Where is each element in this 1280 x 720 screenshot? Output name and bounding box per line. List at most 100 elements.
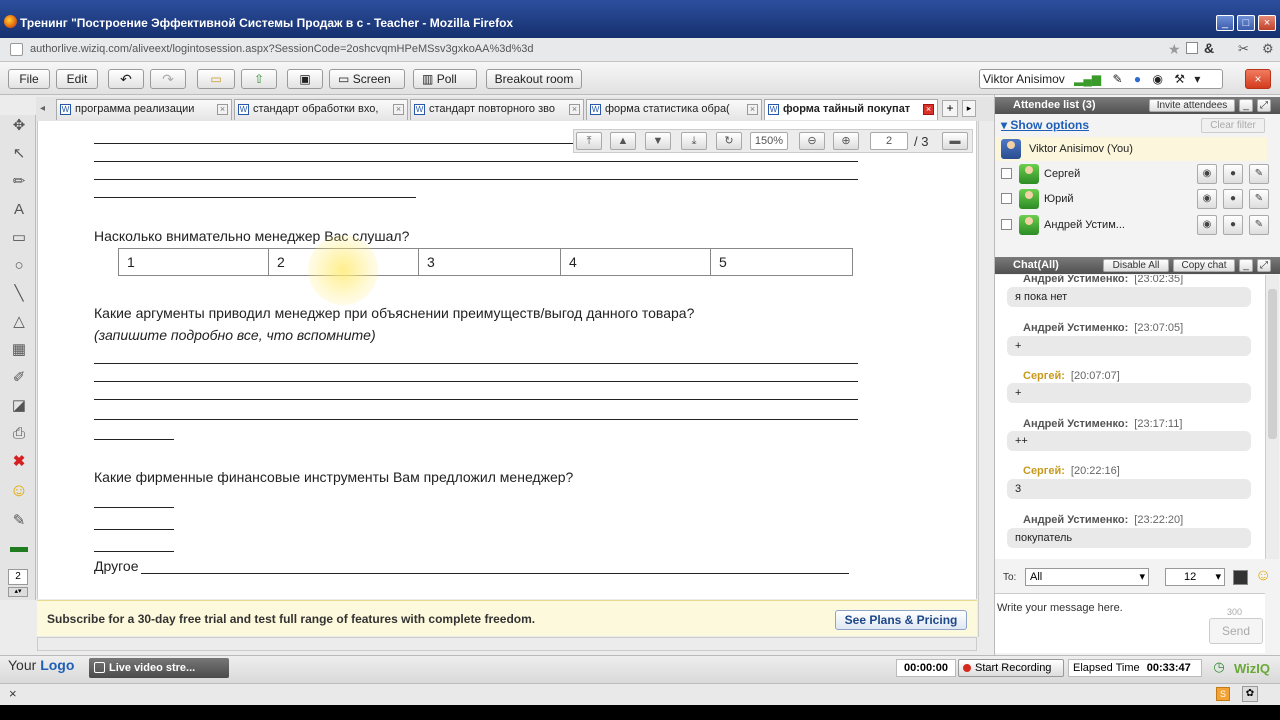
- page-number-input[interactable]: 2: [870, 132, 908, 150]
- attendee-checkbox[interactable]: [1001, 193, 1012, 204]
- tools-icon[interactable]: ✂: [1238, 41, 1249, 57]
- attendee-checkbox[interactable]: [1001, 219, 1012, 230]
- pen-icon[interactable]: ✎: [1112, 72, 1122, 86]
- undo-icon[interactable]: ↶: [108, 69, 144, 89]
- chevron-down-icon[interactable]: ▾: [1194, 72, 1200, 86]
- webcam-icon[interactable]: ◉: [1197, 189, 1217, 209]
- show-options-link[interactable]: ▾ Show options: [1001, 118, 1089, 132]
- add-tab-icon[interactable]: +: [942, 100, 958, 117]
- color-swatch[interactable]: [10, 547, 28, 552]
- disable-all-button[interactable]: Disable All: [1103, 259, 1169, 272]
- minimize-icon[interactable]: _: [1216, 15, 1234, 31]
- clear-filter-button[interactable]: Clear filter: [1201, 118, 1265, 133]
- edit-button[interactable]: Edit: [56, 69, 98, 89]
- tabs-scroll-right-icon[interactable]: ▸: [962, 100, 976, 117]
- zoom-out-icon[interactable]: ⊖: [799, 132, 825, 150]
- pen-icon[interactable]: ✎: [1249, 189, 1269, 209]
- close-window-icon[interactable]: ×: [1258, 15, 1276, 31]
- tab-document-2[interactable]: Wстандарт обработки вхо, ×: [234, 99, 408, 120]
- stamp-icon[interactable]: ⎙: [8, 423, 30, 445]
- screen-share-button[interactable]: ▭ Screen: [329, 69, 405, 89]
- ampersand-icon[interactable]: &: [1204, 40, 1214, 56]
- chat-recipient-select[interactable]: All ▾: [1025, 568, 1149, 586]
- breakout-room-button[interactable]: Breakout room: [486, 69, 582, 89]
- tab-document-3[interactable]: Wстандарт повторного зво ×: [410, 99, 584, 120]
- select-move-icon[interactable]: ✥: [8, 115, 30, 137]
- tab-close-icon[interactable]: ×: [569, 104, 580, 115]
- last-page-icon[interactable]: ⤓: [681, 132, 707, 150]
- mic-icon[interactable]: ●: [1134, 72, 1141, 86]
- timer-icon[interactable]: ◷: [1210, 659, 1228, 677]
- rectangle-icon[interactable]: ▭: [8, 227, 30, 249]
- chat-message-input[interactable]: Write your message here. 300 Send: [995, 593, 1265, 653]
- text-color-swatch[interactable]: [1233, 570, 1248, 585]
- tab-document-1[interactable]: Wпрограмма реализации ×: [56, 99, 232, 120]
- webcam-icon[interactable]: ◉: [1152, 72, 1162, 86]
- zoom-in-icon[interactable]: ⊕: [833, 132, 859, 150]
- noscript-icon[interactable]: S: [1216, 687, 1230, 701]
- mic-icon[interactable]: ●: [1223, 215, 1243, 235]
- webcam-icon[interactable]: ◉: [1197, 164, 1217, 184]
- tab-close-icon[interactable]: ×: [217, 104, 228, 115]
- redo-icon[interactable]: ↷: [150, 69, 186, 89]
- document-vertical-scrollbar[interactable]: [978, 121, 993, 637]
- color-picker-icon[interactable]: ✎: [8, 510, 30, 532]
- url-text[interactable]: authorlive.wiziq.com/aliveext/logintoses…: [30, 43, 534, 55]
- see-plans-button[interactable]: See Plans & Pricing: [835, 610, 967, 630]
- expand-panel-icon[interactable]: ⤢: [1257, 259, 1271, 272]
- pointer-icon[interactable]: ↖: [8, 143, 30, 165]
- clear-icon[interactable]: ✖: [8, 451, 30, 473]
- chat-scrollbar[interactable]: [1265, 275, 1279, 559]
- prev-page-icon[interactable]: ▲: [610, 132, 636, 150]
- highlighter-icon[interactable]: ✐: [8, 367, 30, 389]
- font-size-select[interactable]: 12 ▾: [1165, 568, 1225, 586]
- minimize-panel-icon[interactable]: _: [1239, 99, 1253, 112]
- eraser-icon[interactable]: ◪: [8, 395, 30, 417]
- mic-icon[interactable]: ●: [1223, 164, 1243, 184]
- poll-button[interactable]: ▥ Poll: [413, 69, 477, 89]
- rotate-icon[interactable]: ↻: [716, 132, 742, 150]
- folder-icon[interactable]: ▭: [197, 69, 235, 89]
- feed-icon[interactable]: [1186, 42, 1198, 54]
- fullscreen-icon[interactable]: ▬: [942, 132, 968, 150]
- stroke-size-value[interactable]: 2: [8, 569, 28, 585]
- tab-close-icon[interactable]: ×: [393, 104, 404, 115]
- circle-icon[interactable]: ○: [8, 255, 30, 277]
- pencil-icon[interactable]: ✏: [8, 171, 30, 193]
- triangle-icon[interactable]: △: [8, 311, 30, 333]
- document-horizontal-scrollbar[interactable]: [37, 637, 977, 651]
- tab-document-5-active[interactable]: Wформа тайный покупат ×: [764, 99, 938, 120]
- wrench-icon[interactable]: ⚒: [1174, 72, 1185, 86]
- exit-session-icon[interactable]: ×: [1245, 69, 1271, 89]
- upload-icon[interactable]: ⇧: [241, 69, 277, 89]
- line-icon[interactable]: ╲: [8, 283, 30, 305]
- pen-icon[interactable]: ✎: [1249, 215, 1269, 235]
- addon-icon[interactable]: ⚙: [1262, 41, 1274, 57]
- star-icon[interactable]: ★: [1168, 41, 1181, 58]
- tab-document-4[interactable]: Wформа статистика обра(×: [586, 99, 762, 120]
- copy-chat-button[interactable]: Copy chat: [1173, 259, 1235, 272]
- first-page-icon[interactable]: ⤒: [576, 132, 602, 150]
- document-viewer[interactable]: Насколько внимательно менеджер Вас слуша…: [37, 121, 977, 599]
- close-findbar-icon[interactable]: ×: [9, 686, 17, 701]
- pen-icon[interactable]: ✎: [1249, 164, 1269, 184]
- stroke-stepper[interactable]: ▴▾: [8, 587, 28, 597]
- tabs-scroll-left-icon[interactable]: ◂: [40, 103, 45, 114]
- smiley-icon[interactable]: ☺: [8, 479, 30, 501]
- tab-close-icon[interactable]: ×: [923, 104, 934, 115]
- text-tool-icon[interactable]: A: [8, 199, 30, 221]
- addon-status-icon[interactable]: ✿: [1242, 686, 1258, 702]
- expand-panel-icon[interactable]: ⤢: [1257, 99, 1271, 112]
- table-icon[interactable]: ▦: [8, 339, 30, 361]
- minimize-panel-icon[interactable]: _: [1239, 259, 1253, 272]
- file-button[interactable]: File: [8, 69, 50, 89]
- emoticon-icon[interactable]: ☺: [1255, 567, 1271, 585]
- next-page-icon[interactable]: ▼: [645, 132, 671, 150]
- tab-close-icon[interactable]: ×: [747, 104, 758, 115]
- start-recording-button[interactable]: Start Recording: [958, 659, 1064, 677]
- maximize-icon[interactable]: □: [1237, 15, 1255, 31]
- mic-icon[interactable]: ●: [1223, 189, 1243, 209]
- zoom-level[interactable]: 150%: [750, 132, 788, 150]
- invite-attendees-button[interactable]: Invite attendees: [1149, 99, 1235, 112]
- attendee-checkbox[interactable]: [1001, 168, 1012, 179]
